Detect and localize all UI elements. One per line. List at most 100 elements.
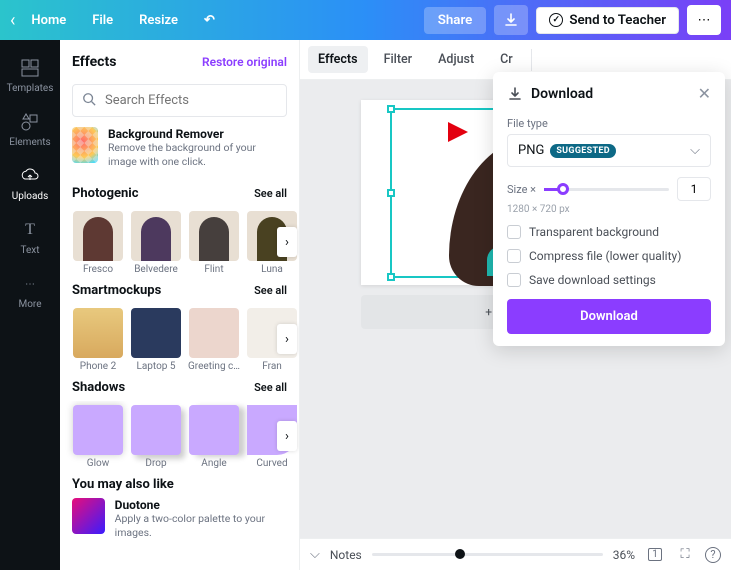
left-rail: Templates Elements Uploads T Text ⋯ More xyxy=(0,40,60,570)
file-type-label: File type xyxy=(507,117,711,130)
close-icon[interactable]: ✕ xyxy=(698,84,711,103)
see-all-photogenic[interactable]: See all xyxy=(254,187,287,200)
background-remover-item[interactable]: Background Remover Remove the background… xyxy=(60,127,299,180)
restore-original-link[interactable]: Restore original xyxy=(202,55,287,69)
compress-option[interactable]: Compress file (lower quality) xyxy=(507,249,711,263)
see-all-shadows[interactable]: See all xyxy=(254,381,287,394)
canvas-region: Effects Filter Adjust Cr Download ✕ File… xyxy=(300,40,731,570)
teacher-label: Send to Teacher xyxy=(569,13,666,28)
effect-tile[interactable]: Fresco xyxy=(72,211,124,275)
duotone-title: Duotone xyxy=(115,498,287,512)
templates-icon xyxy=(18,56,42,80)
rail-more-label: More xyxy=(18,299,41,310)
ob-filter[interactable]: Filter xyxy=(374,46,423,73)
transparent-bg-option[interactable]: Transparent background xyxy=(507,225,711,239)
rail-more[interactable]: ⋯ More xyxy=(0,264,60,318)
page-selector[interactable]: 1 xyxy=(645,545,665,565)
save-settings-option[interactable]: Save download settings xyxy=(507,273,711,287)
bg-remover-thumb xyxy=(72,127,98,163)
text-icon: T xyxy=(18,218,42,242)
download-button[interactable]: Download xyxy=(507,299,711,334)
rail-elements[interactable]: Elements xyxy=(0,102,60,156)
tile-label: Flint xyxy=(188,264,240,275)
effect-tile[interactable]: Belvedere xyxy=(130,211,182,275)
notes-collapse-icon[interactable]: ⌵ xyxy=(310,547,320,562)
fullscreen-icon[interactable]: ⛶ xyxy=(675,545,695,565)
send-to-teacher-button[interactable]: ✓ Send to Teacher xyxy=(536,7,679,34)
tile-label: Laptop 5 xyxy=(130,361,182,372)
tile-label: Greeting car... xyxy=(188,361,240,372)
effect-tile[interactable]: Greeting car... xyxy=(188,308,240,372)
scroll-right-button[interactable]: › xyxy=(277,324,297,354)
size-input[interactable] xyxy=(677,177,711,201)
ob-crop[interactable]: Cr xyxy=(490,46,523,73)
rail-templates[interactable]: Templates xyxy=(0,48,60,102)
resize-button[interactable]: Resize xyxy=(129,7,188,34)
scroll-right-button[interactable]: › xyxy=(277,227,297,257)
download-title-icon xyxy=(507,86,523,102)
download-icon-button[interactable] xyxy=(494,5,528,35)
duotone-desc: Apply a two-color palette to your images… xyxy=(115,512,287,539)
section-smartmockups-title: Smartmockups xyxy=(72,283,161,298)
effect-tile[interactable]: Glow xyxy=(72,405,124,469)
tile-label: Curved xyxy=(246,458,298,469)
back-icon[interactable]: ‹ xyxy=(10,10,15,31)
file-type-select[interactable]: PNG SUGGESTED ⌵ xyxy=(507,134,711,167)
ob-effects[interactable]: Effects xyxy=(308,46,368,73)
see-all-smartmockups[interactable]: See all xyxy=(254,284,287,297)
effect-tile[interactable]: Phone 2 xyxy=(72,308,124,372)
effect-tile[interactable]: Laptop 5 xyxy=(130,308,182,372)
tile-label: Luna xyxy=(246,264,298,275)
divider xyxy=(531,49,532,71)
file-button[interactable]: File xyxy=(82,7,123,34)
effect-tile[interactable]: Angle xyxy=(188,405,240,469)
annotation-arrow-icon xyxy=(398,118,468,146)
chevron-down-icon: ⌵ xyxy=(690,143,700,158)
rail-elements-label: Elements xyxy=(9,137,50,148)
duotone-item[interactable]: Duotone Apply a two-color palette to you… xyxy=(60,498,299,551)
undo-icon[interactable]: ↶ xyxy=(194,7,225,34)
elements-icon xyxy=(18,110,42,134)
share-button[interactable]: Share xyxy=(424,7,487,34)
section-photogenic-title: Photogenic xyxy=(72,186,139,201)
opt-label: Save download settings xyxy=(529,273,656,287)
tile-label: Phone 2 xyxy=(72,361,124,372)
help-icon[interactable]: ? xyxy=(705,547,721,563)
notes-label[interactable]: Notes xyxy=(330,548,362,562)
size-slider[interactable] xyxy=(544,188,669,191)
file-type-value: PNG xyxy=(518,143,544,158)
checkbox[interactable] xyxy=(507,273,521,287)
rail-text[interactable]: T Text xyxy=(0,210,60,264)
tile-label: Glow xyxy=(72,458,124,469)
opt-label: Compress file (lower quality) xyxy=(529,249,681,263)
scroll-right-button[interactable]: › xyxy=(277,421,297,451)
ob-adjust[interactable]: Adjust xyxy=(428,46,484,73)
section-shadows-title: Shadows xyxy=(72,380,125,395)
rail-uploads[interactable]: Uploads xyxy=(0,156,60,210)
rail-text-label: Text xyxy=(20,245,39,256)
size-label: Size × xyxy=(507,183,536,196)
suggested-badge: SUGGESTED xyxy=(550,144,616,158)
effect-tile[interactable]: Flint xyxy=(188,211,240,275)
zoom-value: 36% xyxy=(613,548,635,562)
tile-label: Fran xyxy=(246,361,298,372)
more-icon: ⋯ xyxy=(18,272,42,296)
resize-handle[interactable] xyxy=(387,273,395,281)
more-options-button[interactable]: ⋯ xyxy=(687,5,721,35)
search-input[interactable] xyxy=(72,84,287,117)
checkbox[interactable] xyxy=(507,249,521,263)
effect-tile[interactable]: Drop xyxy=(130,405,182,469)
checkbox[interactable] xyxy=(507,225,521,239)
dimensions-text: 1280 × 720 px xyxy=(507,204,711,215)
zoom-slider[interactable] xyxy=(372,553,603,556)
resize-handle[interactable] xyxy=(387,105,395,113)
bottom-bar: ⌵ Notes 36% 1 ⛶ ? xyxy=(300,538,731,570)
duotone-thumb xyxy=(72,498,105,534)
search-icon xyxy=(82,92,96,106)
resize-handle[interactable] xyxy=(387,189,395,197)
download-popover: Download ✕ File type PNG SUGGESTED ⌵ Siz… xyxy=(493,72,725,346)
rail-templates-label: Templates xyxy=(7,83,54,94)
opt-label: Transparent background xyxy=(529,225,659,239)
home-button[interactable]: Home xyxy=(21,7,76,34)
download-title: Download xyxy=(531,86,593,102)
